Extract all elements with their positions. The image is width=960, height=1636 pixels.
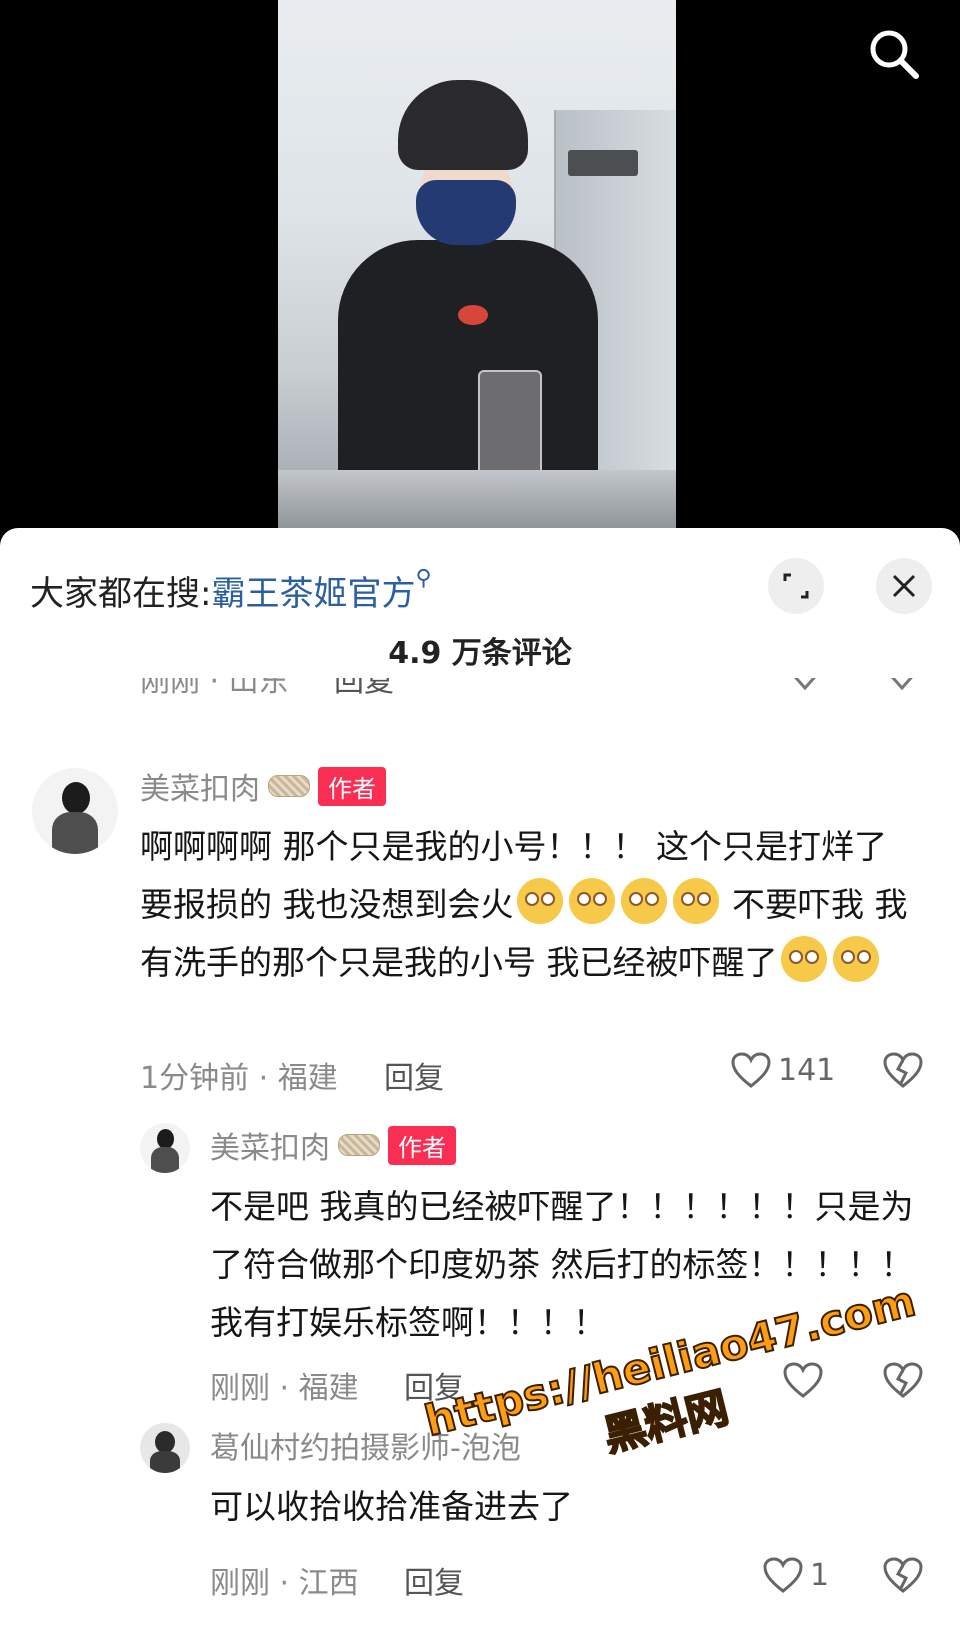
author-tag: 作者	[388, 1125, 456, 1165]
comment-meta: 1分钟前 · 福建	[140, 1061, 338, 1096]
avatar[interactable]	[32, 768, 118, 854]
flushed-face-emoji-icon	[672, 878, 719, 924]
comment-text: 不是吧 我真的已经被吓醒了！！！！！！只是为了符合做那个印度奶茶 然后打的标签！…	[210, 1187, 914, 1342]
reply-button[interactable]: 回复	[404, 1558, 464, 1602]
dislike-icon[interactable]	[882, 1556, 924, 1598]
comment-author[interactable]: 葛仙村约拍摄影师-泡泡	[210, 1423, 521, 1467]
flushed-face-emoji-icon	[832, 936, 879, 982]
hot-search-bar[interactable]: 大家都在搜:霸王茶姬官方⚲	[30, 566, 432, 615]
chevron-down-icon[interactable]	[785, 678, 825, 698]
expand-icon	[783, 573, 809, 599]
flushed-face-emoji-icon	[620, 878, 667, 924]
search-icon[interactable]	[864, 24, 924, 84]
small-search-icon: ⚲	[415, 566, 432, 591]
comment-list[interactable]: 刚刚 · 山东 回复 美菜扣肉 作者 啊啊啊啊 那个只是我的小号！！！ 这个只是…	[0, 678, 960, 1636]
hot-search-link[interactable]: 霸王茶姬官方⚲	[211, 566, 431, 614]
hot-search-prefix: 大家都在搜:	[30, 574, 212, 614]
comment-meta: 刚刚 · 山东	[140, 678, 289, 699]
expand-button[interactable]	[768, 558, 824, 614]
reply-button[interactable]: 回复	[404, 1363, 464, 1407]
comment-meta: 刚刚 · 江西	[210, 1566, 359, 1601]
comment-author[interactable]: 美菜扣肉 作者	[140, 764, 386, 808]
avatar[interactable]	[140, 1123, 190, 1173]
dislike-icon[interactable]	[882, 678, 922, 698]
video-person	[318, 40, 618, 530]
reply-button[interactable]: 回复	[384, 1053, 444, 1097]
author-tag: 作者	[318, 766, 386, 806]
flushed-face-emoji-icon	[516, 878, 563, 924]
close-button[interactable]	[876, 558, 932, 614]
heart-icon	[731, 1052, 771, 1088]
avatar[interactable]	[140, 1423, 190, 1473]
flushed-face-emoji-icon	[568, 878, 615, 924]
video-player[interactable]	[0, 0, 960, 530]
like-count: 141	[778, 1052, 836, 1088]
dislike-icon[interactable]	[882, 1051, 924, 1093]
reply-button[interactable]: 回复	[334, 678, 394, 700]
dislike-icon[interactable]	[882, 1361, 924, 1403]
heart-icon	[783, 1362, 823, 1398]
heart-icon	[763, 1557, 803, 1593]
comment-author[interactable]: 美菜扣肉 作者	[210, 1123, 456, 1167]
like-count: 1	[810, 1557, 830, 1593]
like-button[interactable]: 1	[762, 1556, 829, 1594]
like-button[interactable]: 141	[730, 1051, 835, 1089]
fan-badge-icon	[338, 1134, 380, 1156]
counter	[278, 470, 676, 530]
fan-badge-icon	[268, 775, 310, 797]
comment-panel-header: 大家都在搜:霸王茶姬官方⚲ 4.9 万条评论	[0, 528, 960, 671]
close-icon	[892, 574, 916, 598]
comment-meta: 刚刚 · 福建	[210, 1371, 359, 1406]
comment-text: 啊啊啊啊 那个只是我的小号！！！ 这个只是打烊了 要报损的 我也没想到会火 不要…	[140, 827, 908, 982]
comment-count: 4.9 万条评论	[388, 636, 572, 671]
comment-text: 可以收拾收拾准备进去了	[210, 1487, 573, 1526]
video-frame	[278, 0, 676, 530]
flushed-face-emoji-icon	[780, 936, 827, 982]
like-button[interactable]	[782, 1361, 824, 1399]
comment-panel: 大家都在搜:霸王茶姬官方⚲ 4.9 万条评论 刚刚 · 山东 回复 美菜扣肉 作…	[0, 528, 960, 1636]
